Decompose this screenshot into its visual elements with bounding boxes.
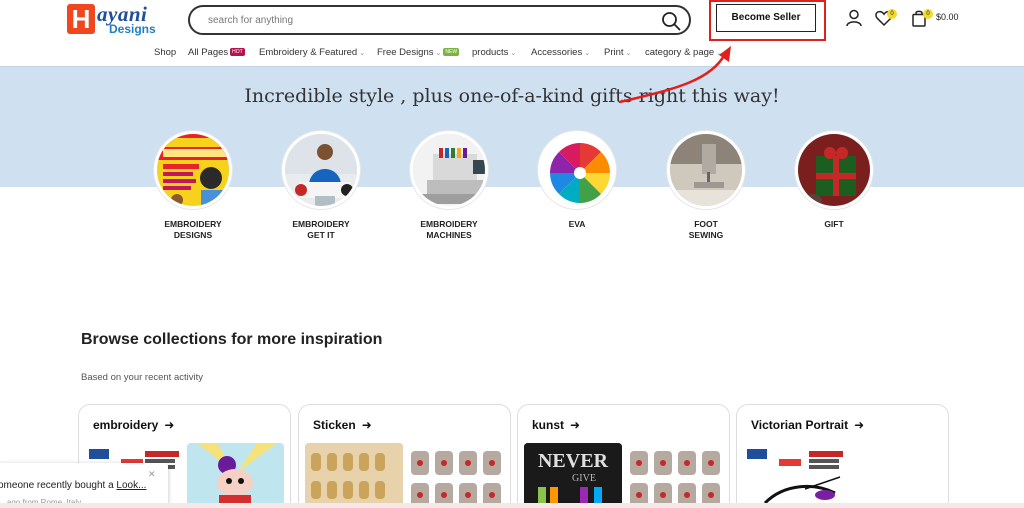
chevron-down-icon: ⌄ <box>625 50 632 57</box>
nav-label: Free Designs <box>377 47 434 58</box>
collection-thumbnail <box>305 443 403 508</box>
chevron-down-icon: ⌄ <box>435 50 442 57</box>
svg-text:GIVE: GIVE <box>572 473 596 484</box>
category-image <box>282 131 360 209</box>
arrow-right-icon: ➜ <box>164 418 175 432</box>
arrow-right-icon: ➜ <box>570 418 581 432</box>
new-tag: NEW <box>443 48 460 56</box>
nav-label: category & page <box>645 47 715 58</box>
category-eva[interactable]: EVA <box>532 131 622 230</box>
cart-total[interactable]: $0.00 <box>936 12 959 22</box>
nav-label: Embroidery & Featured <box>259 47 358 58</box>
main-nav: Shop All Pages HOT Embroidery & Featured ⌄… <box>0 44 1024 62</box>
collection-thumbnail <box>745 443 943 508</box>
close-icon[interactable]: ✕ <box>148 469 156 480</box>
category-image <box>538 131 616 209</box>
category-embroidery-get-it[interactable]: EMBROIDERY GET IT <box>276 131 366 241</box>
search-icon[interactable] <box>661 11 681 31</box>
nav-label: products <box>472 47 509 58</box>
arrow-right-icon: ➜ <box>361 418 372 432</box>
collection-card-sticken[interactable]: Sticken ➜ <box>298 404 511 508</box>
site-logo[interactable]: H ayani Designs <box>67 2 163 36</box>
arrow-right-icon: ➜ <box>854 418 865 432</box>
collection-title: embroidery ➜ <box>93 418 175 432</box>
become-seller-button[interactable]: Become Seller <box>716 4 816 32</box>
collection-card-victorian-portrait[interactable]: Victorian Portrait ➜ <box>736 404 949 508</box>
collection-title: Victorian Portrait ➜ <box>751 418 865 432</box>
browse-subtitle: Based on your recent activity <box>81 372 203 383</box>
chevron-down-icon: ⌄ <box>716 50 723 57</box>
category-image <box>667 131 745 209</box>
cart-count-badge: 0 <box>923 9 933 19</box>
banner-title: Incredible style , plus one-of-a-kind gi… <box>244 85 780 107</box>
category-label: EVA <box>568 219 586 229</box>
category-label: EMBROIDERY MACHINES <box>420 219 478 240</box>
nav-item-free-designs[interactable]: Free Designs ⌄ NEW <box>377 47 460 58</box>
logo-word-designs: Designs <box>109 22 156 36</box>
search-bar <box>188 5 691 35</box>
logo-mark: H <box>67 4 95 34</box>
nav-item-shop[interactable]: Shop <box>154 47 176 58</box>
nav-label: Print <box>604 47 624 58</box>
nav-item-accessories[interactable]: Accessories ⌄ <box>531 47 590 58</box>
browse-title: Browse collections for more inspiration <box>81 331 383 348</box>
chevron-down-icon: ⌄ <box>359 50 366 57</box>
nav-item-category-page[interactable]: category & page ⌄ <box>645 47 722 58</box>
bottom-bar <box>0 503 1024 508</box>
category-embroidery-designs[interactable]: EMBROIDERY DESIGNS <box>148 131 238 241</box>
svg-text:NEVER: NEVER <box>538 450 609 472</box>
category-label: FOOT SEWING <box>688 219 724 240</box>
nav-item-embroidery-featured[interactable]: Embroidery & Featured ⌄ <box>259 47 365 58</box>
category-image <box>154 131 232 209</box>
collection-thumbnail: NEVER GIVE <box>524 443 622 508</box>
chevron-down-icon: ⌄ <box>584 50 591 57</box>
category-foot-sewing[interactable]: FOOT SEWING <box>661 131 751 241</box>
category-label: EMBROIDERY GET IT <box>292 219 350 240</box>
recent-purchase-toast[interactable]: omeone recently bought a Look... ✕ ... a… <box>0 463 168 508</box>
collection-title: Sticken ➜ <box>313 418 372 432</box>
collection-thumbnail <box>626 443 724 508</box>
search-input[interactable] <box>208 12 648 29</box>
nav-label: Accessories <box>531 47 583 58</box>
nav-item-all-pages[interactable]: All Pages HOT <box>188 47 245 58</box>
wishlist-count-badge: 0 <box>887 9 897 19</box>
toast-product-link[interactable]: Look... <box>116 480 146 491</box>
category-label: EMBROIDERY DESIGNS <box>164 219 222 240</box>
toast-text: omeone recently bought a Look... <box>0 480 147 491</box>
hot-tag: HOT <box>230 48 245 56</box>
nav-label: Shop <box>154 47 177 58</box>
collection-thumbnail <box>407 443 505 508</box>
category-label: GIFT <box>824 219 844 229</box>
category-embroidery-machines[interactable]: EMBROIDERY MACHINES <box>404 131 494 241</box>
user-icon[interactable] <box>844 8 864 28</box>
site-header: H ayani Designs Become Seller 0 0 $0.00 <box>0 0 1024 66</box>
page: H ayani Designs Become Seller 0 0 $0.00 <box>0 0 1024 508</box>
collection-card-kunst[interactable]: kunst ➜ NEVER GIVE <box>517 404 730 508</box>
collection-title: kunst ➜ <box>532 418 581 432</box>
category-image <box>795 131 873 209</box>
category-gift[interactable]: GIFT <box>789 131 879 230</box>
chevron-down-icon: ⌄ <box>510 50 517 57</box>
nav-item-print[interactable]: Print ⌄ <box>604 47 631 58</box>
nav-item-products[interactable]: products ⌄ <box>472 47 516 58</box>
collection-thumbnail <box>187 443 284 508</box>
category-image <box>410 131 488 209</box>
nav-label: All Pages <box>188 47 229 58</box>
